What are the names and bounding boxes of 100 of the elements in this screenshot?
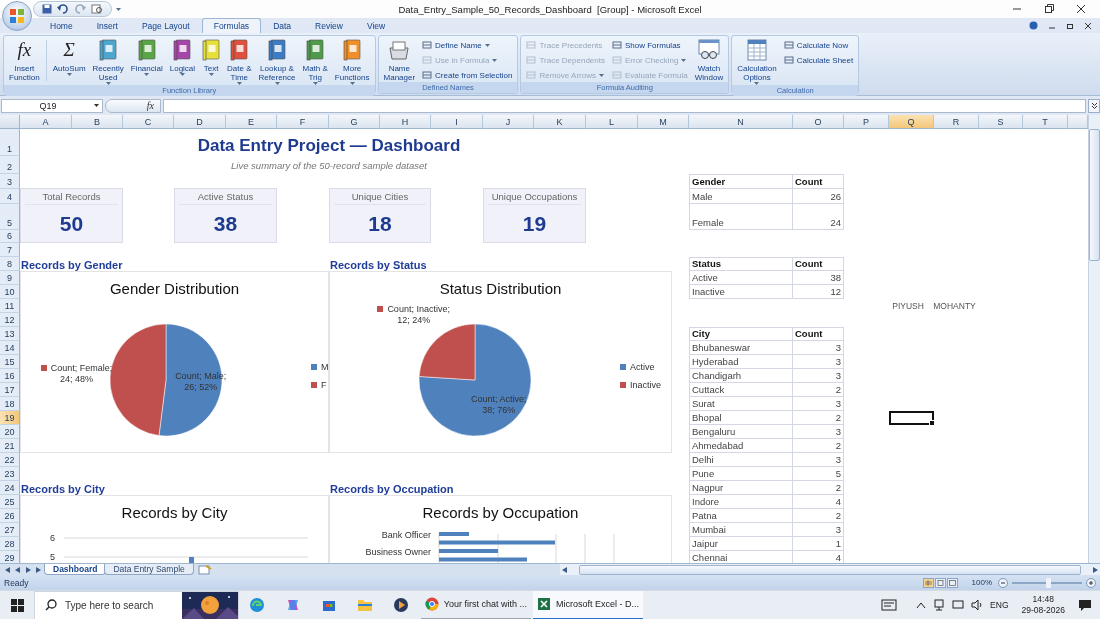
row-header[interactable]: 6 [0, 230, 20, 243]
ribbon-button[interactable]: Σ AutoSum [49, 38, 89, 76]
ribbon-tab[interactable]: Home [38, 18, 85, 33]
active-cell[interactable] [889, 411, 934, 425]
ribbon-button[interactable]: Define Name [422, 38, 513, 52]
row-header[interactable]: 18 [0, 397, 20, 411]
network-icon[interactable] [933, 599, 946, 611]
display-icon[interactable] [952, 599, 965, 611]
search-field[interactable]: Type here to search [63, 598, 177, 612]
column-header[interactable]: G [329, 115, 380, 129]
page-layout-view-button[interactable] [934, 577, 946, 588]
column-header[interactable]: H [380, 115, 431, 129]
vertical-scrollbar[interactable] [1088, 115, 1100, 563]
row-header[interactable]: 2 [0, 156, 20, 174]
ribbon-button[interactable]: Calculation Options [734, 38, 780, 85]
column-header[interactable]: F [277, 115, 329, 129]
undo-icon[interactable] [57, 4, 69, 14]
zoom-out-button[interactable] [998, 577, 1008, 588]
row-header[interactable]: 19 [0, 411, 20, 425]
volume-icon[interactable] [971, 599, 984, 611]
row-header[interactable]: 17 [0, 383, 20, 397]
row-header[interactable]: 26 [0, 509, 20, 523]
taskbar-app[interactable]: Your first chat with ... [421, 590, 531, 619]
ribbon-button[interactable]: Recently Used [89, 38, 127, 85]
ribbon-tab[interactable]: Page Layout [129, 18, 202, 33]
close-icon[interactable] [1084, 21, 1092, 30]
expand-formula-bar-button[interactable] [1088, 98, 1100, 113]
taskbar-app[interactable]: Microsoft Excel - D... [533, 590, 643, 619]
row-header[interactable]: 16 [0, 369, 20, 383]
zoom-in-button[interactable] [1086, 577, 1096, 588]
normal-view-button[interactable] [922, 577, 934, 588]
ribbon-button[interactable]: Financial [127, 38, 166, 76]
ribbon-tab[interactable]: Data [261, 18, 304, 33]
row-header[interactable]: 27 [0, 523, 20, 537]
row-header[interactable]: 4 [0, 189, 20, 204]
ribbon-tab[interactable]: Formulas [201, 18, 262, 33]
column-header[interactable]: O [793, 115, 844, 129]
ribbon-button[interactable]: Date & Time [224, 38, 255, 85]
ribbon-button[interactable]: Calculate Now [783, 38, 854, 52]
ribbon-button[interactable]: Logical [166, 38, 199, 76]
monitor-icon[interactable] [881, 599, 898, 611]
print-preview-icon[interactable] [91, 4, 103, 14]
column-header[interactable]: L [586, 115, 638, 129]
row-header[interactable]: 23 [0, 467, 20, 481]
clock[interactable]: 14:48 29-08-2026 [1021, 594, 1065, 616]
save-icon[interactable] [42, 4, 52, 14]
insert-function-button[interactable]: fx [105, 98, 161, 113]
row-header[interactable]: 13 [0, 327, 20, 341]
restore-icon[interactable] [1042, 2, 1056, 16]
ribbon-tab[interactable]: View [354, 18, 398, 33]
column-header[interactable]: Q [889, 115, 934, 129]
ribbon-button[interactable]: More Functions [331, 38, 373, 85]
column-header[interactable]: B [72, 115, 123, 129]
language-indicator[interactable]: ENG [990, 600, 1009, 610]
ribbon-button[interactable]: Show Formulas [612, 38, 688, 52]
slider-thumb[interactable] [1046, 577, 1052, 588]
column-header[interactable]: R [934, 115, 979, 129]
ribbon-button[interactable]: Lookup & Reference [255, 38, 299, 85]
ribbon-button[interactable]: Calculate Sheet [783, 53, 854, 67]
column-header[interactable]: N [689, 115, 793, 129]
page-break-view-button[interactable] [946, 577, 958, 588]
column-header[interactable]: I [431, 115, 483, 129]
column-header[interactable]: D [174, 115, 226, 129]
row-header[interactable]: 5 [0, 204, 20, 230]
help-icon[interactable] [1029, 21, 1038, 30]
column-header[interactable]: A [20, 115, 72, 129]
column-header[interactable]: J [483, 115, 534, 129]
row-header[interactable]: 7 [0, 243, 20, 257]
horizontal-scrollbar[interactable] [560, 564, 1100, 575]
column-header[interactable]: C [123, 115, 174, 129]
row-header[interactable]: 8 [0, 257, 20, 271]
row-header[interactable]: 21 [0, 439, 20, 453]
notification-icon[interactable] [1078, 598, 1092, 612]
close-icon[interactable] [1074, 2, 1088, 16]
row-header[interactable]: 22 [0, 453, 20, 467]
row-header[interactable]: 12 [0, 313, 20, 327]
row-header[interactable]: 20 [0, 425, 20, 439]
ribbon-button[interactable]: Text [199, 38, 224, 76]
row-header[interactable]: 9 [0, 271, 20, 285]
ribbon-button[interactable]: fx Insert Function [6, 38, 43, 82]
row-header[interactable]: 15 [0, 355, 20, 369]
row-header[interactable]: 3 [0, 174, 20, 189]
column-header[interactable]: S [979, 115, 1023, 129]
ribbon-button[interactable]: Name Manager [380, 38, 419, 82]
ribbon-tab[interactable]: Insert [84, 18, 130, 33]
ribbon-button[interactable]: Create from Selection [422, 68, 513, 82]
column-header[interactable]: P [844, 115, 889, 129]
column-header[interactable]: K [534, 115, 586, 129]
row-header[interactable]: 24 [0, 481, 20, 495]
row-header[interactable]: 10 [0, 285, 20, 299]
row-header[interactable]: 28 [0, 537, 20, 551]
row-header[interactable]: 11 [0, 299, 20, 313]
formula-input[interactable] [163, 98, 1086, 113]
row-header[interactable]: 29 [0, 551, 20, 563]
row-header[interactable]: 1 [0, 129, 20, 156]
column-header[interactable]: E [226, 115, 277, 129]
row-header[interactable]: 25 [0, 495, 20, 509]
column-header[interactable]: T [1023, 115, 1068, 129]
ribbon-button[interactable]: Watch Window [691, 38, 727, 82]
restore-icon[interactable] [1066, 21, 1074, 30]
